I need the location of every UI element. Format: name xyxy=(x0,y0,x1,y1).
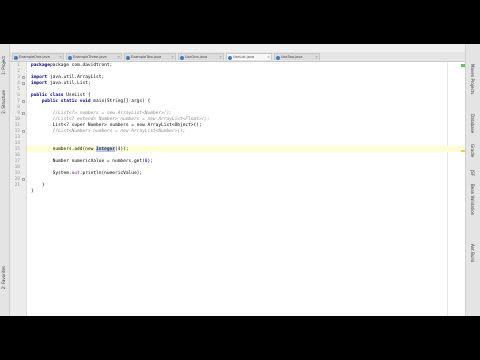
fold-marker-icon[interactable] xyxy=(22,100,25,103)
editor-tab-bar: ExampleOne.java × ExampleThree.java × Exam… xyxy=(10,52,466,62)
java-class-icon xyxy=(228,55,232,60)
code-text: java.util.List; xyxy=(47,81,91,86)
fold-marker-icon[interactable] xyxy=(22,82,25,85)
close-icon[interactable]: × xyxy=(59,54,62,60)
tab-uselist[interactable]: UseList.java × xyxy=(226,53,272,60)
keyword: public class xyxy=(31,93,64,98)
fold-marker-icon[interactable] xyxy=(22,112,25,115)
tab-exampletwo[interactable]: ExampleTwo.java × xyxy=(124,53,176,60)
structure-panel-button[interactable]: 2: Structure xyxy=(1,90,6,114)
code-line-12: //List<Number> numbers = new ArrayList<N… xyxy=(31,129,186,134)
code-line-4: import java.util.List; xyxy=(31,81,91,87)
code-text: UseList { xyxy=(63,93,91,98)
gradle-panel-button[interactable]: Gradle xyxy=(470,144,475,157)
keyword: public static void xyxy=(31,99,91,104)
close-icon[interactable]: × xyxy=(267,54,270,60)
code-text: )); xyxy=(120,147,129,152)
favorites-panel-button[interactable]: 2: Favorites xyxy=(1,266,6,289)
code-line-1: packagepackage com.davidtront; xyxy=(31,63,112,69)
java-class-icon xyxy=(276,55,280,60)
code-text: package com.davidtront; xyxy=(49,63,113,68)
database-panel-button[interactable]: Database xyxy=(470,114,475,133)
java-class-icon xyxy=(126,55,130,60)
java-class-icon xyxy=(68,55,72,60)
code-editor[interactable]: packagepackage com.davidtront; import ja… xyxy=(27,62,465,316)
code-line-7: public static void main(String[] args) { xyxy=(31,99,150,105)
code-line-18: System.out.println(numericValue); xyxy=(31,171,142,177)
code-text: Number numericValue = numbers.get( xyxy=(31,159,145,164)
right-margin-guide xyxy=(447,62,448,316)
code-line-14: numbers.add(new Integer(4)); xyxy=(31,147,129,153)
fold-marker-icon[interactable] xyxy=(22,76,25,79)
maven-panel-button[interactable]: Maven Projects xyxy=(470,64,475,94)
code-line-21: } xyxy=(31,189,34,194)
close-icon[interactable]: × xyxy=(315,54,318,60)
keyword: package xyxy=(31,63,50,68)
java-class-icon xyxy=(180,55,184,60)
code-text: .println(numericValue); xyxy=(79,171,143,176)
static-field: out xyxy=(71,171,80,176)
close-icon[interactable]: × xyxy=(117,54,120,60)
fold-marker-icon[interactable] xyxy=(22,130,25,133)
line-number-gutter[interactable]: 1 2 3 4 5 6 7 8 9 10 11 12 13 14 15 16 1… xyxy=(10,62,27,316)
code-text: ); xyxy=(147,159,153,164)
close-icon[interactable]: × xyxy=(219,54,222,60)
tab-usetwo[interactable]: UseTwo.java × xyxy=(274,53,320,60)
fold-marker-icon[interactable] xyxy=(22,178,25,181)
selected-text[interactable]: Integer xyxy=(96,147,115,152)
code-text: numbers.add(new xyxy=(31,147,97,152)
close-icon[interactable]: × xyxy=(171,54,174,60)
right-tool-strip: Maven Projects Database Gradle JSF Bean … xyxy=(465,44,480,316)
line-number: 21 xyxy=(14,183,20,188)
ant-build-panel-button[interactable]: Ant Build xyxy=(470,244,475,262)
keyword: import xyxy=(31,81,48,86)
tab-exampleone[interactable]: ExampleOne.java × xyxy=(12,53,64,60)
project-panel-button[interactable]: 1: Project xyxy=(1,56,6,75)
ide-window: 1: Project 2: Structure 2: Favorites Exa… xyxy=(0,44,480,316)
code-line-16: Number numericValue = numbers.get(0); xyxy=(31,159,153,165)
keyword: import xyxy=(31,75,48,80)
left-tool-strip: 1: Project 2: Structure 2: Favorites xyxy=(0,44,10,316)
code-text: System. xyxy=(31,171,72,176)
bean-validation-panel-button[interactable]: Bean Validation xyxy=(470,184,475,215)
tab-examplethree[interactable]: ExampleThree.java × xyxy=(66,53,122,60)
java-class-icon xyxy=(14,55,18,60)
code-text: main(String[] args) { xyxy=(90,99,151,104)
tab-useone[interactable]: UseOne.java × xyxy=(178,53,224,60)
jsf-panel-button[interactable]: JSF xyxy=(470,170,475,176)
code-text: java.util.ArrayList; xyxy=(47,75,105,80)
